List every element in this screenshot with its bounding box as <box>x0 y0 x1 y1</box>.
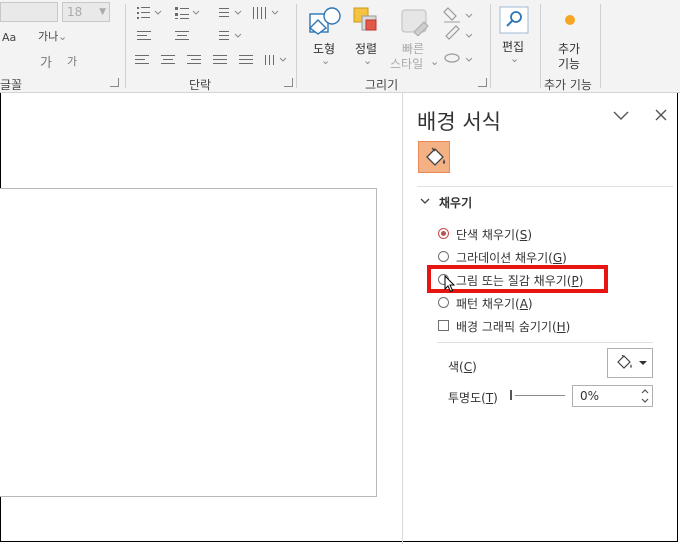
divider <box>417 186 673 187</box>
font-dialog-launcher[interactable] <box>110 78 119 87</box>
shape-format-icons[interactable] <box>442 4 482 68</box>
color-picker-button[interactable] <box>607 348 653 378</box>
spinner-arrows-icon[interactable] <box>640 387 650 405</box>
group-separator <box>540 4 541 88</box>
radio-button[interactable] <box>438 251 449 262</box>
font-group-label: 글꼴 <box>0 78 23 92</box>
option-label: 배경 그래픽 숨기기(H) <box>456 320 571 334</box>
transparency-value: 0% <box>580 389 600 403</box>
radio-button[interactable] <box>438 228 449 239</box>
shapes-icon[interactable] <box>308 6 342 36</box>
option-label: 패턴 채우기(A) <box>456 297 533 311</box>
addins-icon[interactable] <box>563 13 577 27</box>
quick-styles-icon[interactable] <box>398 6 432 36</box>
slide-canvas[interactable] <box>0 188 377 497</box>
search-icon[interactable] <box>499 6 529 34</box>
option-label: 그라데이션 채우기(G) <box>456 251 567 265</box>
addins-group-label: 추가 기능 <box>544 78 592 92</box>
chevron-down-icon: ⌄ <box>321 54 331 67</box>
paragraph-tools-icon[interactable] <box>135 5 295 67</box>
group-separator <box>296 4 297 88</box>
option-label: 단색 채우기(S) <box>456 228 533 242</box>
addins-label-2[interactable]: 기능 <box>558 55 580 72</box>
font-size-value: 18 <box>67 5 83 19</box>
chevron-down-icon: ⌄ <box>430 55 440 68</box>
increase-font-button[interactable]: 가 <box>40 52 52 71</box>
paragraph-group-label: 단락 <box>189 78 212 92</box>
group-separator <box>600 4 601 88</box>
paragraph-dialog-launcher[interactable] <box>284 78 293 87</box>
change-case-button[interactable]: Aa <box>2 31 16 44</box>
transparency-slider-track[interactable] <box>515 395 565 396</box>
mouse-cursor-icon <box>444 275 456 293</box>
chevron-down-icon: ⌄ <box>58 30 68 43</box>
font-name-box[interactable] <box>0 2 58 22</box>
drawing-dialog-launcher[interactable] <box>478 78 487 87</box>
paint-bucket-icon <box>426 147 445 166</box>
pane-title: 배경 서식 <box>417 110 501 134</box>
quick-styles-label-2[interactable]: 스타일 <box>390 55 423 72</box>
color-label: 색(C) <box>448 360 477 374</box>
close-icon[interactable] <box>654 108 668 122</box>
transparency-slider-thumb[interactable] <box>510 390 512 400</box>
pane-separator[interactable] <box>402 92 403 544</box>
radio-button[interactable] <box>438 297 449 308</box>
fill-tab[interactable] <box>418 141 450 173</box>
chevron-down-icon: ▼ <box>99 7 106 17</box>
group-separator <box>125 4 126 88</box>
font-size-box[interactable]: 18 ▼ <box>62 2 110 22</box>
transparency-spinner[interactable]: 0% <box>572 385 653 407</box>
arrange-icon[interactable] <box>352 6 382 36</box>
group-separator <box>490 4 491 88</box>
chevron-down-icon[interactable] <box>612 108 630 122</box>
chevron-down-icon: ⌄ <box>363 54 373 67</box>
checkbox[interactable] <box>438 320 449 331</box>
char-spacing-button[interactable]: 가나 <box>38 28 58 44</box>
transparency-label: 투명도(T) <box>448 391 498 405</box>
ribbon: 18 ▼ Aa 가나 ⌄ 가 가 글꼴 단락 도형 ⌄ 정렬 ⌄ 빠른 스타일 … <box>0 0 680 93</box>
chevron-down-icon: ⌄ <box>510 52 520 65</box>
decrease-font-button[interactable]: 가 <box>67 53 77 69</box>
paint-bucket-icon <box>617 354 647 369</box>
divider <box>437 342 653 343</box>
fill-section-title[interactable]: 채우기 <box>439 194 472 211</box>
chevron-down-icon[interactable] <box>420 197 430 205</box>
drawing-group-label: 그리기 <box>365 78 399 92</box>
